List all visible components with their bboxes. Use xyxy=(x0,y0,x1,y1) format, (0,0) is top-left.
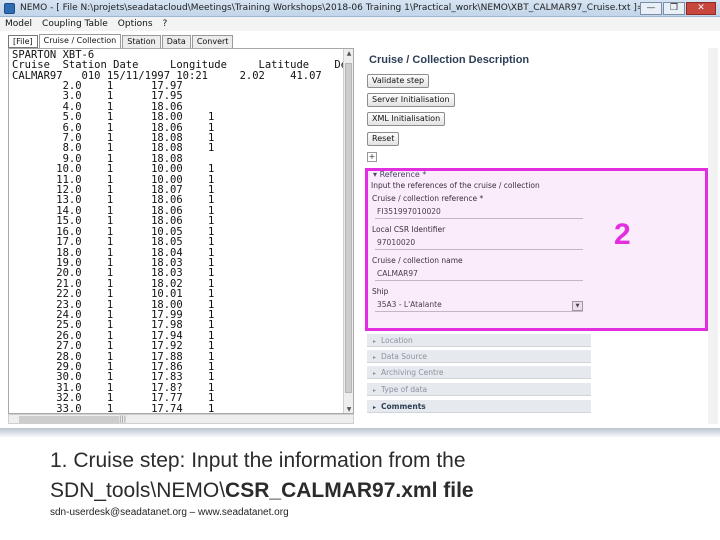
horizontal-scrollbar[interactable]: ||| xyxy=(8,414,354,424)
xml-initialisation-button[interactable]: XML Initialisation xyxy=(367,112,446,126)
footer-contact: sdn-userdesk@seadatanet.org – www.seadat… xyxy=(50,507,289,518)
menu-bar: Model Coupling Table Options ? xyxy=(0,17,720,31)
section-label: Comments xyxy=(381,402,426,411)
tab-bar: [File] Cruise / Collection Station Data … xyxy=(8,34,234,48)
section-location[interactable]: ▸ Location xyxy=(367,334,591,347)
section-label: Data Source xyxy=(381,352,428,361)
menu-help[interactable]: ? xyxy=(158,17,173,31)
collapsed-triangle-icon: ▸ xyxy=(373,387,377,394)
tab-file[interactable]: [File] xyxy=(8,35,38,48)
menu-model[interactable]: Model xyxy=(0,17,37,31)
file-rows: 2.0 1 17.97 3.0 1 17.95 4.0 1 18.06 5.0 … xyxy=(12,81,215,413)
highlight-box xyxy=(365,168,708,331)
caption-filename: CSR_CALMAR97.xml file xyxy=(225,479,474,502)
minimize-button[interactable]: — xyxy=(640,2,662,15)
validate-step-button[interactable]: Validate step xyxy=(367,74,430,88)
section-type-of-data[interactable]: ▸ Type of data xyxy=(367,383,591,396)
collapsed-triangle-icon: ▸ xyxy=(373,338,377,345)
app-icon xyxy=(4,3,15,14)
menu-options[interactable]: Options xyxy=(113,17,158,31)
section-label: Location xyxy=(381,336,413,345)
file-viewer-pane: [File] Cruise / Collection Station Data … xyxy=(6,34,358,426)
file-header: SPARTON XBT-6 Cruise Station Date Longitu… xyxy=(12,50,353,82)
grip-icon: ||| xyxy=(119,415,127,423)
section-comments[interactable]: ▸ Comments xyxy=(367,400,591,413)
server-initialisation-button[interactable]: Server Initialisation xyxy=(367,93,455,107)
section-label: Type of data xyxy=(381,385,428,394)
expand-icon[interactable]: + xyxy=(367,152,377,162)
window-titlebar: NEMO - [ File N:\projets\seadatacloud\Me… xyxy=(0,0,720,17)
window-controls: — ❐ ✕ xyxy=(640,2,716,15)
right-scrollbar[interactable] xyxy=(708,48,718,424)
tab-data[interactable]: Data xyxy=(161,35,191,48)
file-data-row: 27.0 1 17.92 1 xyxy=(12,340,215,353)
file-data-row: 17.0 1 18.05 1 xyxy=(12,236,215,249)
tab-cruise-collection[interactable]: Cruise / Collection xyxy=(38,34,122,48)
panel-title: Cruise / Collection Description xyxy=(369,54,530,66)
collapsed-triangle-icon: ▸ xyxy=(373,370,377,377)
scroll-up-icon[interactable]: ▲ xyxy=(344,49,353,59)
vertical-scrollbar[interactable]: ▲ ▼ xyxy=(343,49,353,413)
menu-coupling-table[interactable]: Coupling Table xyxy=(37,17,113,31)
section-archiving-centre[interactable]: ▸ Archiving Centre xyxy=(367,366,591,379)
collapsed-triangle-icon: ▸ xyxy=(373,354,377,361)
file-data-row: 22.0 1 10.01 1 xyxy=(12,288,215,301)
scrollbar-thumb[interactable] xyxy=(345,63,352,393)
reset-button[interactable]: Reset xyxy=(367,132,400,146)
hscroll-thumb[interactable] xyxy=(19,416,119,423)
file-text-area[interactable]: SPARTON XBT-6 Cruise Station Date Longitu… xyxy=(8,48,354,414)
tab-convert[interactable]: Convert xyxy=(191,35,234,48)
caption-path: SDN_tools\NEMO\ xyxy=(50,479,226,502)
scroll-down-icon[interactable]: ▼ xyxy=(344,405,353,413)
tab-station[interactable]: Station xyxy=(122,35,161,48)
window-title: NEMO - [ File N:\projets\seadatacloud\Me… xyxy=(20,3,640,13)
caption-line-1: 1. Cruise step: Input the information fr… xyxy=(50,449,466,472)
section-data-source[interactable]: ▸ Data Source xyxy=(367,350,591,363)
close-button[interactable]: ✕ xyxy=(686,2,716,15)
collapsed-triangle-icon: ▸ xyxy=(373,404,377,411)
section-label: Archiving Centre xyxy=(381,368,444,377)
highlight-number: 2 xyxy=(614,218,631,251)
caption-line-2: SDN_tools\NEMO\CSR_CALMAR97.xml file xyxy=(50,479,474,503)
maximize-button[interactable]: ❐ xyxy=(663,2,685,15)
